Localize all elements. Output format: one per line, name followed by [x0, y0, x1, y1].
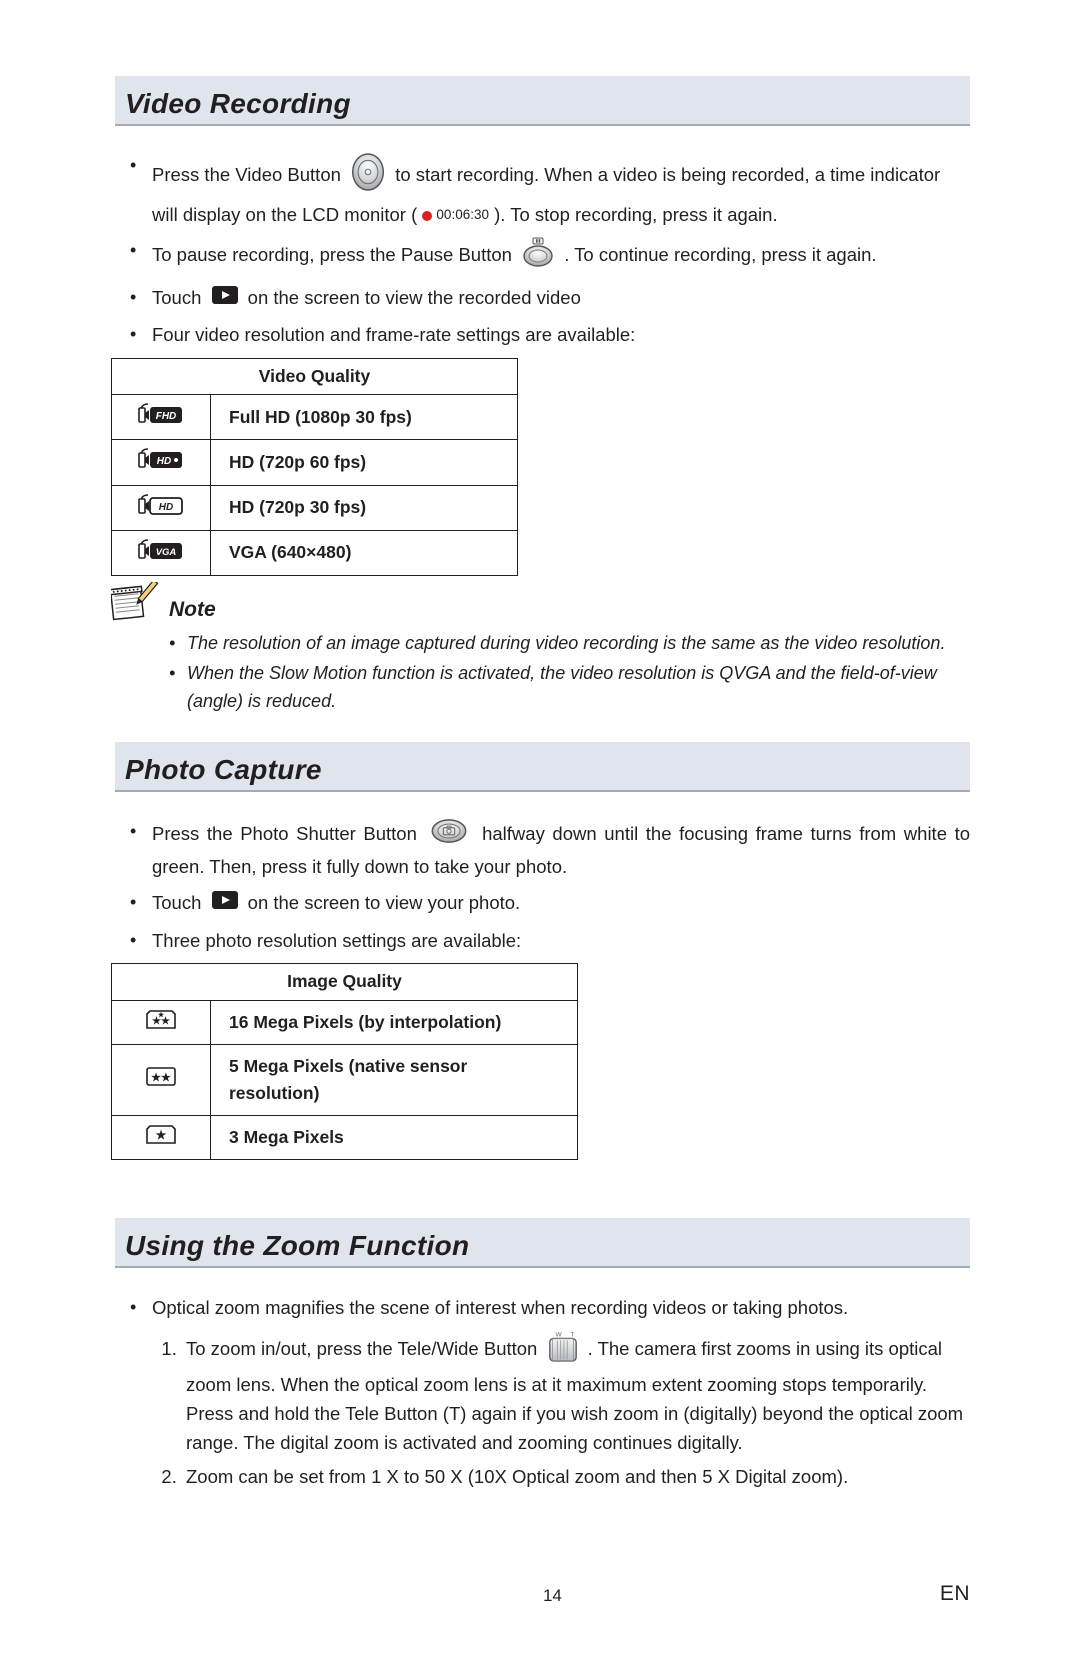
section-title: Photo Capture — [125, 754, 954, 786]
video-bullet-2: To pause recording, press the Pause Butt… — [130, 237, 970, 276]
photo-bullet-2: Touch on the screen to view your photo. — [130, 889, 970, 918]
svg-text:FHD: FHD — [156, 411, 177, 422]
pause-button-icon — [521, 237, 555, 276]
video-quality-table: Video Quality FHD Full HD (1080p 30 fps) — [111, 358, 518, 576]
table-row: HD HD (720p 60 fps) — [112, 440, 518, 485]
video-bullet-3: Touch on the screen to view the recorded… — [130, 284, 970, 313]
playback-screen-icon — [211, 285, 239, 314]
record-dot-icon — [422, 211, 432, 221]
three-star-icon: ★★ ★ — [146, 1007, 176, 1029]
table-row: ★★ 5 Mega Pixels (native sensor resoluti… — [112, 1044, 578, 1115]
tele-wide-button-icon: W T — [547, 1329, 579, 1372]
zoom-step-1: To zoom in/out, press the Tele/Wide Butt… — [182, 1329, 970, 1458]
image-quality-table: Image Quality ★★ ★ 16 Mega Pixels (by in… — [111, 963, 578, 1160]
svg-text:VGA: VGA — [156, 547, 177, 558]
shutter-button-icon — [428, 818, 470, 853]
zoom-step-2: Zoom can be set from 1 X to 50 X (10X Op… — [182, 1463, 970, 1492]
video-quality-header: Video Quality — [112, 359, 518, 395]
playback-screen-icon — [211, 890, 239, 919]
section-heading-photo: Photo Capture — [115, 742, 970, 792]
video-bullet-1: Press the Video Button to start recordin… — [130, 152, 970, 229]
video-bullet-4: Four video resolution and frame-rate set… — [130, 321, 970, 350]
photo-bullet-3: Three photo resolution settings are avai… — [130, 927, 970, 956]
svg-text:★: ★ — [156, 1128, 167, 1142]
recording-time-indicator: 00:06:30 — [422, 205, 489, 226]
note-heading: Note — [169, 594, 970, 627]
one-star-icon: ★ — [146, 1122, 176, 1144]
two-star-icon: ★★ — [146, 1065, 176, 1087]
note-item: When the Slow Motion function is activat… — [169, 660, 970, 716]
section-heading-video: Video Recording — [115, 76, 970, 126]
svg-text:T: T — [570, 1331, 574, 1338]
image-quality-header: Image Quality — [112, 964, 578, 1000]
video-button-icon — [350, 152, 386, 201]
photo-bullet-1: Press the Photo Shutter Button halfway d… — [130, 818, 970, 881]
table-row: ★★ ★ 16 Mega Pixels (by interpolation) — [112, 1000, 578, 1044]
svg-text:★★: ★★ — [151, 1072, 171, 1084]
section-title: Using the Zoom Function — [125, 1230, 954, 1262]
zoom-intro: Optical zoom magnifies the scene of inte… — [130, 1294, 970, 1492]
fhd-mode-icon: FHD — [138, 401, 184, 425]
section-heading-zoom: Using the Zoom Function — [115, 1218, 970, 1268]
note-item: The resolution of an image captured duri… — [169, 630, 970, 658]
note-icon — [111, 582, 159, 631]
table-row: ★ 3 Mega Pixels — [112, 1115, 578, 1159]
table-row: VGA VGA (640×480) — [112, 530, 518, 575]
svg-text:HD: HD — [159, 502, 173, 513]
vga-mode-icon: VGA — [138, 537, 184, 561]
section-title: Video Recording — [125, 88, 954, 120]
hd30-mode-icon: HD — [138, 492, 184, 516]
svg-text:★: ★ — [158, 1011, 165, 1019]
table-row: FHD Full HD (1080p 30 fps) — [112, 395, 518, 440]
page-number: 14 — [165, 1586, 940, 1606]
svg-text:HD: HD — [157, 456, 171, 467]
svg-text:W: W — [555, 1331, 562, 1338]
table-row: HD HD (720p 30 fps) — [112, 485, 518, 530]
hd60-mode-icon: HD — [138, 446, 184, 470]
language-code: EN — [940, 1582, 970, 1606]
